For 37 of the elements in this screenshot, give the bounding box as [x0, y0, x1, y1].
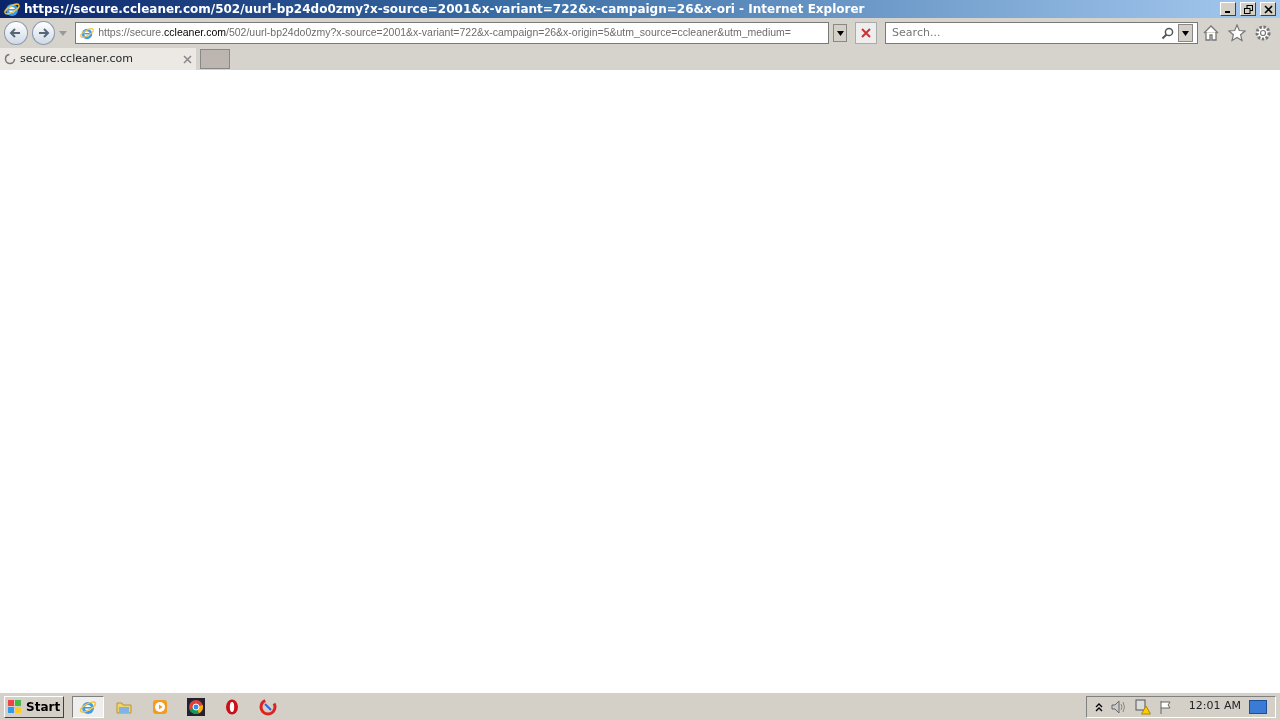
show-hidden-icons-icon[interactable] — [1094, 701, 1103, 712]
caret-icon — [1182, 30, 1189, 36]
show-desktop-icon[interactable] — [1249, 699, 1267, 714]
network-warning-icon[interactable] — [1134, 698, 1151, 715]
search-bar[interactable]: Search... — [885, 22, 1198, 44]
search-dropdown-button[interactable] — [1178, 24, 1193, 42]
c-logo-icon — [259, 697, 278, 716]
address-dropdown-button[interactable] — [832, 24, 848, 42]
right-arrow-icon — [36, 25, 51, 40]
left-arrow-icon — [8, 25, 23, 40]
tab-close-icon[interactable] — [183, 54, 192, 64]
address-text: https://secure.ccleaner.com/502/uurl-bp24do0zmy?x-source=2001&x-variant=722&x-campaign=26&x-origin=5&utm_source=ccleaner&utm_medium= — [98, 25, 791, 41]
address-field[interactable]: https://secure.ccleaner.com/502/uurl-bp24do0zmy?x-source=2001&x-variant=722&x-campaign=26&x-origin=5&utm_source=ccleaner&utm_medium= — [75, 22, 829, 44]
settings-icon[interactable] — [1254, 24, 1272, 42]
close-icon — [861, 27, 872, 38]
favorites-star-icon[interactable] — [1228, 24, 1246, 42]
close-button[interactable] — [1260, 2, 1276, 16]
minimize-button[interactable] — [1220, 2, 1236, 16]
browser-tab[interactable]: secure.ccleaner.com — [0, 48, 196, 70]
windows-logo-icon — [8, 699, 22, 714]
home-icon[interactable] — [1202, 24, 1220, 42]
close-icon — [1263, 4, 1273, 14]
caret-icon — [836, 30, 844, 36]
play-icon — [151, 697, 170, 716]
browser-logo-icon — [80, 26, 95, 40]
speaker-icon[interactable] — [1110, 699, 1127, 714]
restore-button[interactable] — [1240, 2, 1256, 16]
browser-logo-icon — [4, 1, 20, 17]
chrome-style-circle-icon — [187, 697, 206, 716]
start-button[interactable]: Start — [4, 695, 65, 718]
back-button[interactable] — [4, 21, 28, 45]
window-title: https://secure.ccleaner.com/502/uurl-bp24do0zmy?x-source=2001&x-variant=722&x-campaign=26&x-ori - Internet Explorer — [24, 1, 865, 18]
restore-icon — [1243, 4, 1253, 14]
stop-button[interactable] — [855, 22, 878, 44]
flag-icon[interactable] — [1158, 699, 1173, 714]
search-icon[interactable] — [1161, 26, 1174, 40]
forward-button[interactable] — [31, 21, 56, 45]
